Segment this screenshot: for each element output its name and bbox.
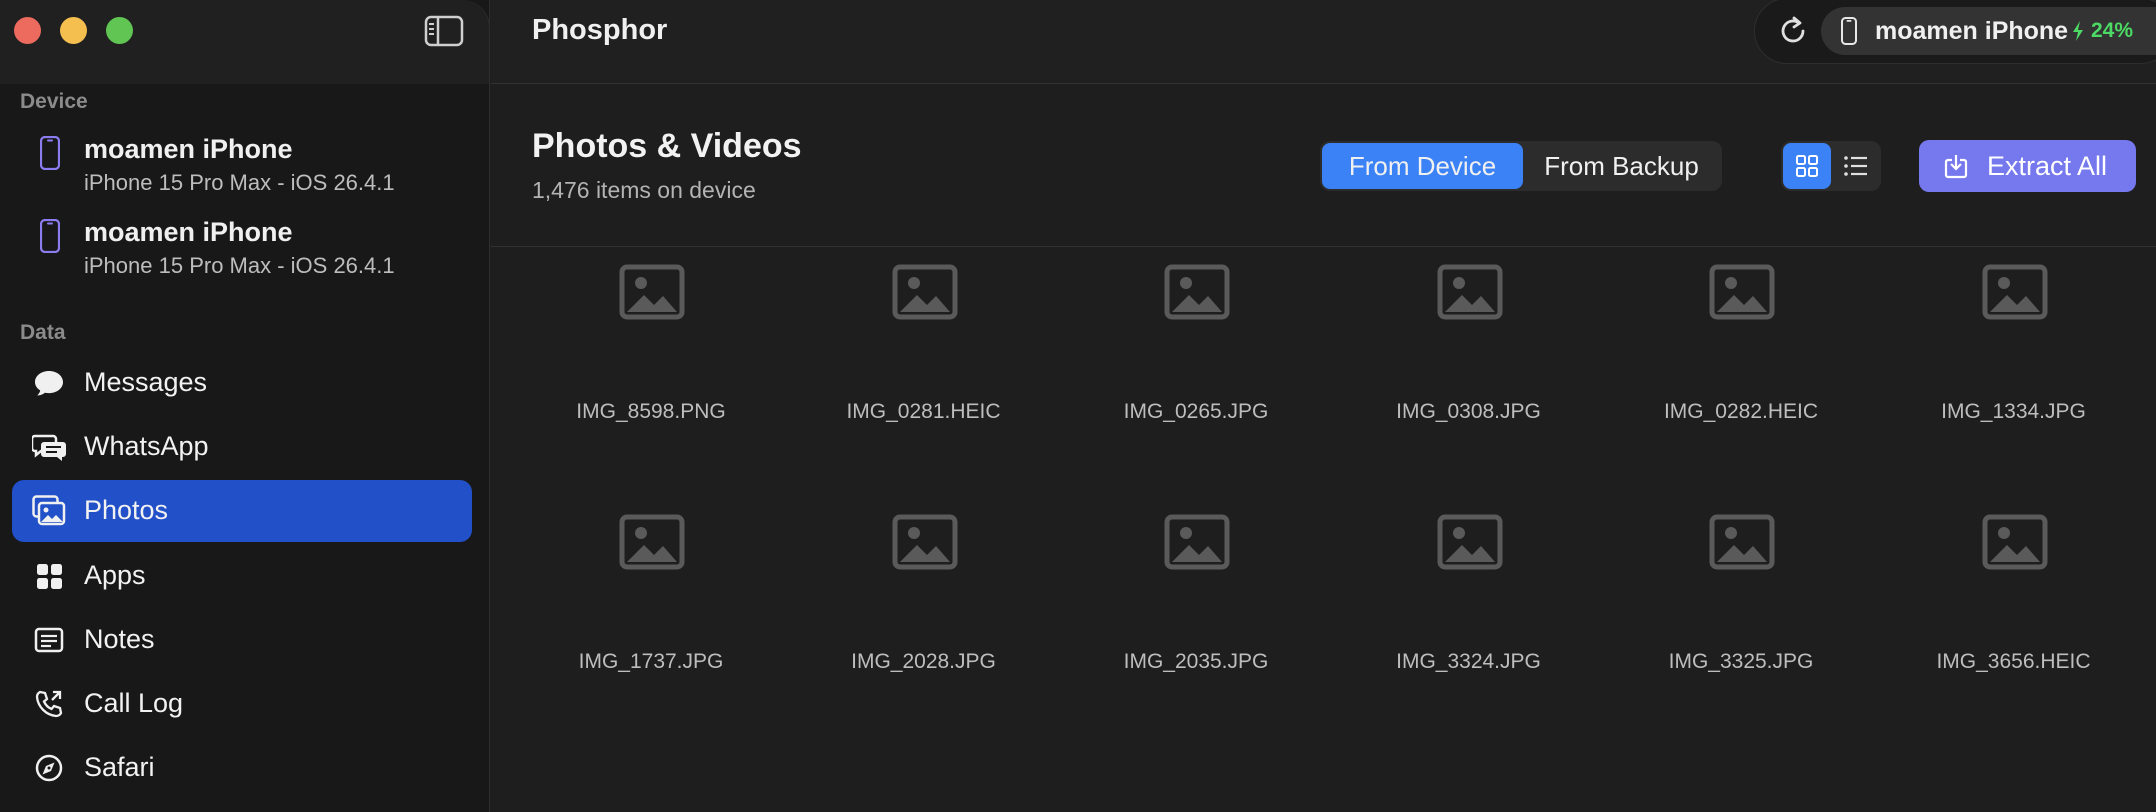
image-placeholder-icon: [1164, 264, 1230, 320]
apps-icon: [37, 564, 62, 589]
window-minimize-button[interactable]: [60, 17, 87, 44]
whatsapp-icon: [32, 434, 66, 461]
image-placeholder-icon: [892, 264, 957, 320]
photo-tile[interactable]: IMG_2035.JPG: [1076, 410, 1316, 673]
photo-filename: IMG_3656.HEIC: [1936, 650, 2091, 673]
nav-label: Call Log: [84, 688, 184, 718]
photo-tile[interactable]: IMG_3324.JPG: [1349, 410, 1589, 673]
image-placeholder-icon: [1437, 264, 1502, 320]
nav-label: Safari: [84, 752, 155, 782]
iphone-icon: [40, 219, 60, 253]
device-subtitle: iPhone 15 Pro Max - iOS 26.4.1: [84, 253, 395, 278]
iphone-icon: [1841, 17, 1857, 45]
nav-label: Apps: [84, 560, 146, 590]
sidebar-item-whatsapp[interactable]: WhatsApp: [12, 416, 472, 478]
device-name: moamen iPhone: [84, 217, 293, 247]
image-placeholder-icon: [1164, 514, 1230, 570]
sidebar-toggle-icon[interactable]: [424, 14, 464, 48]
image-placeholder-icon: [1709, 514, 1775, 570]
sidebar-item-safari[interactable]: Safari: [12, 737, 472, 799]
photo-filename: IMG_3324.JPG: [1396, 650, 1541, 673]
photo-tile[interactable]: IMG_0282.HEIC: [1621, 160, 1861, 423]
charging-bolt-icon: [2073, 21, 2083, 41]
device-selector-name: moamen iPhone: [1875, 17, 2069, 45]
photo-tile[interactable]: IMG_0281.HEIC: [804, 160, 1044, 423]
image-placeholder-icon: [892, 514, 957, 570]
toolbar: Phosphor moamen iPhone 24%: [491, 0, 2156, 84]
photo-tile[interactable]: IMG_1737.JPG: [531, 410, 771, 673]
image-placeholder-icon: [619, 514, 685, 570]
sidebar-item-photos[interactable]: Photos: [12, 480, 472, 542]
photo-tile[interactable]: IMG_3325.JPG: [1621, 410, 1861, 673]
photo-tile[interactable]: IMG_3656.HEIC: [1894, 410, 2134, 673]
nav-label: Messages: [84, 367, 208, 397]
sidebar-item-apps[interactable]: Apps: [12, 545, 472, 607]
sidebar-item-messages[interactable]: Messages: [12, 352, 472, 414]
compass-icon: [35, 754, 63, 782]
section-label-device: Device: [20, 90, 88, 113]
section-label-data: Data: [20, 321, 66, 344]
photo-tile[interactable]: IMG_2028.JPG: [804, 410, 1044, 673]
device-name: moamen iPhone: [84, 134, 293, 164]
iphone-icon: [40, 136, 60, 170]
sidebar-titlebar: [0, 0, 490, 84]
sidebar-item-notes[interactable]: Notes: [12, 609, 472, 671]
photo-filename: IMG_2035.JPG: [1123, 650, 1269, 673]
nav-label: WhatsApp: [84, 431, 209, 461]
photos-icon: [32, 495, 66, 526]
window-close-button[interactable]: [14, 17, 41, 44]
messages-icon: [35, 371, 63, 396]
photo-filename: IMG_3325.JPG: [1668, 650, 1814, 673]
sidebar-device-item[interactable]: moamen iPhone iPhone 15 Pro Max - iOS 26…: [36, 134, 476, 204]
photo-tile[interactable]: IMG_1334.JPG: [1894, 160, 2134, 423]
image-placeholder-icon: [1437, 514, 1502, 570]
app-title: Phosphor: [532, 14, 668, 46]
device-subtitle: iPhone 15 Pro Max - iOS 26.4.1: [84, 170, 395, 195]
image-placeholder-icon: [619, 264, 685, 320]
photo-filename: IMG_1737.JPG: [578, 650, 724, 673]
refresh-icon[interactable]: [1775, 13, 1811, 49]
window-maximize-button[interactable]: [106, 17, 133, 44]
sidebar-device-item[interactable]: moamen iPhone iPhone 15 Pro Max - iOS 26…: [36, 217, 476, 287]
photo-filename: IMG_2028.JPG: [851, 650, 996, 673]
battery-level: 24%: [2091, 19, 2134, 42]
main-content: Phosphor moamen iPhone 24% Photos & Vide…: [491, 0, 2156, 812]
image-placeholder-icon: [1982, 514, 2047, 570]
image-placeholder-icon: [1982, 264, 2047, 320]
sidebar: Device moamen iPhone iPhone 15 Pro Max -…: [0, 0, 490, 812]
photo-tile[interactable]: IMG_8598.PNG: [531, 160, 771, 423]
image-placeholder-icon: [1709, 264, 1775, 320]
nav-label: Notes: [84, 624, 155, 654]
photo-tile[interactable]: IMG_0265.JPG: [1076, 160, 1316, 423]
nav-label: Photos: [84, 495, 169, 525]
phone-icon: [35, 690, 63, 718]
device-selector[interactable]: moamen iPhone 24%: [1821, 7, 2156, 55]
photo-tile[interactable]: IMG_0308.JPG: [1349, 160, 1589, 423]
device-toolbar-group: moamen iPhone 24%: [1754, 0, 2156, 64]
photo-grid: IMG_8598.PNG IMG_0281.HEIC IMG_0265.JPG IMG…: [491, 248, 2156, 812]
notes-icon: [34, 627, 64, 653]
sidebar-item-call-log[interactable]: Call Log: [12, 673, 472, 735]
